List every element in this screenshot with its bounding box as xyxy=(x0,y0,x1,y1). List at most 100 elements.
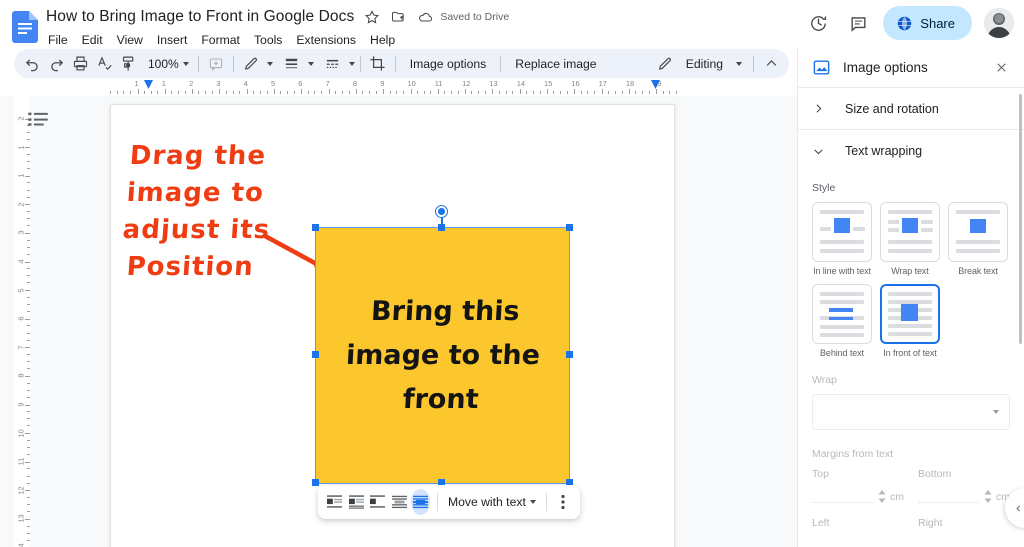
account-avatar[interactable] xyxy=(984,8,1014,38)
ruler-tick xyxy=(157,91,159,94)
resize-handle-bottom-left[interactable] xyxy=(312,479,319,486)
wrap-in-front-of-text-button[interactable] xyxy=(410,489,431,515)
style-option-in-line-with-text[interactable]: In line with text xyxy=(812,202,872,276)
ruler-tick xyxy=(27,368,30,370)
section-size-and-rotation[interactable]: Size and rotation xyxy=(798,88,1024,130)
menu-help[interactable]: Help xyxy=(363,31,402,49)
ruler-tick xyxy=(492,89,494,94)
wrap-break-text-button[interactable] xyxy=(368,489,387,515)
menu-view[interactable]: View xyxy=(110,31,150,49)
wrap-inline-with-text-button[interactable] xyxy=(325,489,344,515)
ruler-tick xyxy=(532,91,534,94)
resize-handle-middle-right[interactable] xyxy=(566,351,573,358)
spellcheck-icon[interactable] xyxy=(92,52,116,76)
margins-row-2: Left Right xyxy=(812,517,1010,535)
ruler-tick xyxy=(27,275,30,277)
style-caption: Wrap text xyxy=(891,266,929,276)
chevron-down-icon[interactable] xyxy=(266,61,273,66)
ruler-tick xyxy=(27,496,30,498)
version-history-icon[interactable] xyxy=(801,6,835,40)
ruler-tick xyxy=(27,139,30,141)
menu-insert[interactable]: Insert xyxy=(150,31,194,49)
style-option-in-front-of-text[interactable]: In front of text xyxy=(880,284,940,358)
margin-bottom-input[interactable] xyxy=(918,486,980,503)
margin-top-input[interactable] xyxy=(812,486,874,503)
ruler-tick xyxy=(27,382,30,384)
ruler-tick xyxy=(25,518,30,520)
border-weight-icon[interactable] xyxy=(280,52,304,76)
pencil-icon[interactable] xyxy=(653,52,677,76)
resize-handle-top-center[interactable] xyxy=(438,224,445,231)
share-label: Share xyxy=(920,15,955,31)
ruler-tick xyxy=(198,91,200,94)
redo-icon[interactable] xyxy=(44,52,68,76)
document-title[interactable]: How to Bring Image to Front in Google Do… xyxy=(46,8,354,26)
paint-format-icon[interactable] xyxy=(116,52,140,76)
ruler-tick-label: 17 xyxy=(598,79,607,88)
vertical-ruler[interactable]: 211234567891011121314 xyxy=(14,96,30,547)
style-option-behind-text[interactable]: Behind text xyxy=(812,284,872,358)
divider xyxy=(359,55,361,72)
image-options-button[interactable]: Image options xyxy=(401,52,496,76)
style-option-wrap-text[interactable]: Wrap text xyxy=(880,202,940,276)
ruler-tick xyxy=(403,91,405,94)
replace-image-button[interactable]: Replace image xyxy=(506,52,605,76)
stepper-icon[interactable] xyxy=(878,490,886,503)
stepper-icon[interactable] xyxy=(984,490,992,503)
close-icon[interactable] xyxy=(988,55,1014,81)
section-label: Text wrapping xyxy=(845,144,923,158)
section-text-wrapping[interactable]: Text wrapping xyxy=(798,130,1024,172)
chevron-down-icon[interactable] xyxy=(348,61,355,66)
style-option-break-text[interactable]: Break text xyxy=(948,202,1008,276)
ruler-tick xyxy=(25,232,30,234)
undo-icon[interactable] xyxy=(20,52,44,76)
document-outline-icon[interactable] xyxy=(28,111,48,129)
chevron-up-icon[interactable] xyxy=(759,52,783,76)
google-docs-logo[interactable] xyxy=(12,11,38,43)
ruler-tick xyxy=(27,454,30,456)
wrap-behind-text-button[interactable] xyxy=(389,489,408,515)
ruler-tick xyxy=(465,89,467,94)
image-position-dropdown[interactable]: Move with text xyxy=(445,495,539,509)
ruler-tick xyxy=(259,91,261,94)
border-dash-icon[interactable] xyxy=(321,52,345,76)
menu-extensions[interactable]: Extensions xyxy=(289,31,363,49)
ruler-tick xyxy=(27,303,30,305)
menu-tools[interactable]: Tools xyxy=(247,31,289,49)
annotation-line-3: adjust its xyxy=(121,215,272,245)
ruler-tick xyxy=(27,532,30,534)
move-to-folder-icon[interactable] xyxy=(390,9,407,25)
menu-format[interactable]: Format xyxy=(194,31,247,49)
wrap-text-button[interactable] xyxy=(346,489,365,515)
star-icon[interactable] xyxy=(364,9,380,25)
more-options-icon[interactable] xyxy=(554,489,573,515)
ruler-tick xyxy=(607,91,609,94)
chevron-down-icon[interactable] xyxy=(307,61,314,66)
left-indent-marker[interactable] xyxy=(144,80,153,89)
style-grid-row-1: In line with text Wrap text Break text xyxy=(812,202,1010,276)
resize-handle-top-right[interactable] xyxy=(566,224,573,231)
zoom-control[interactable]: 100% xyxy=(140,52,193,76)
print-icon[interactable] xyxy=(68,52,92,76)
menu-file[interactable]: File xyxy=(41,31,75,49)
divider xyxy=(753,55,754,72)
ruler-tick xyxy=(423,91,425,94)
resize-handle-top-left[interactable] xyxy=(312,224,319,231)
document-image[interactable]: Bring this image to the front xyxy=(316,228,569,483)
toolbar-area: 100% Image options Replace image Editing xyxy=(0,48,797,78)
ruler-tick-label: 9 xyxy=(380,79,385,88)
crop-icon[interactable] xyxy=(366,52,390,76)
editing-mode-label[interactable]: Editing xyxy=(677,52,732,76)
ruler-tick xyxy=(27,168,30,170)
wrap-select[interactable] xyxy=(812,394,1010,430)
pen-border-color-icon[interactable] xyxy=(239,52,263,76)
chevron-down-icon[interactable] xyxy=(736,61,742,66)
margin-label: Left xyxy=(812,517,830,529)
rotation-handle[interactable] xyxy=(436,206,447,217)
resize-handle-middle-left[interactable] xyxy=(312,351,319,358)
comment-history-icon[interactable] xyxy=(841,6,875,40)
menu-edit[interactable]: Edit xyxy=(75,31,110,49)
panel-scrollbar[interactable] xyxy=(1019,94,1022,344)
horizontal-ruler[interactable]: 112345678910111213141516171819 xyxy=(0,78,797,96)
share-button[interactable]: Share xyxy=(883,6,972,40)
